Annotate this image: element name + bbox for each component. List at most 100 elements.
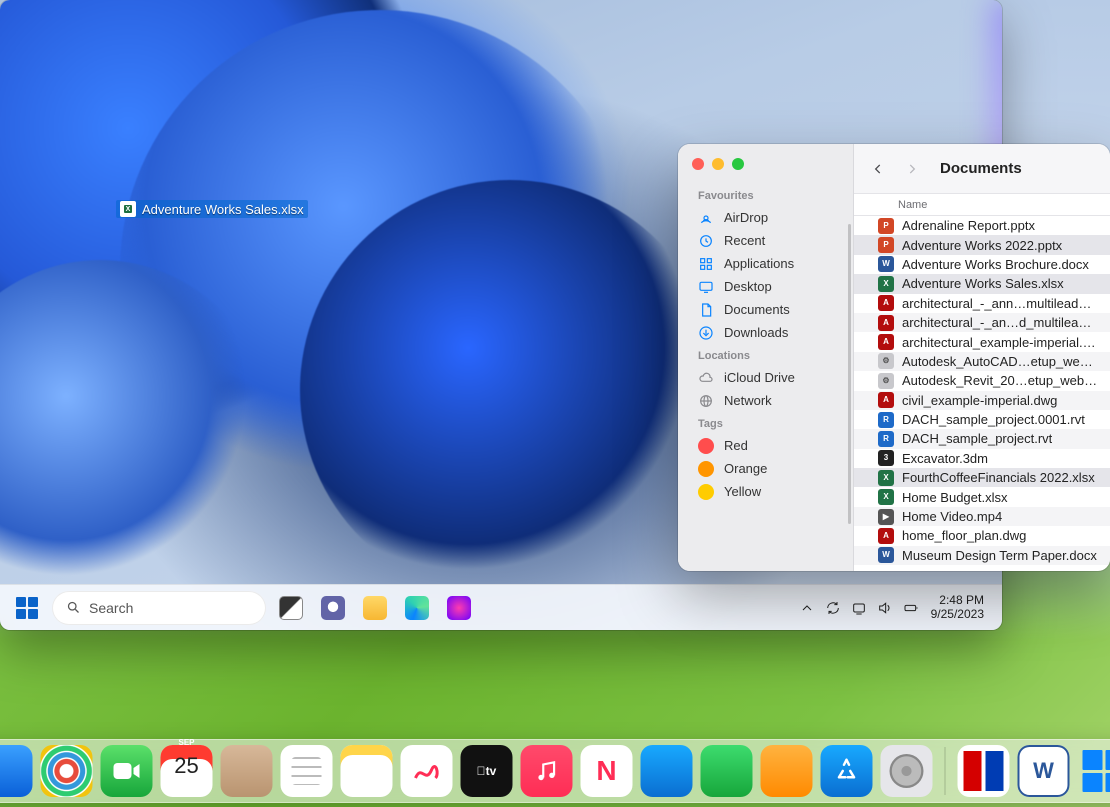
sidebar-item-desktop[interactable]: Desktop	[678, 275, 853, 298]
sidebar-item-recent[interactable]: Recent	[678, 229, 853, 252]
file-row[interactable]: Ahome_floor_plan.dwg	[854, 526, 1110, 545]
taskbar-clock[interactable]: 2:48 PM 9/25/2023	[931, 594, 992, 622]
file-row[interactable]: ▶ Home Video.mp4	[854, 507, 1110, 526]
taskbar-search[interactable]: Search	[52, 591, 266, 625]
dock-item-freeform[interactable]	[401, 745, 453, 797]
file-list-header[interactable]: Name	[854, 194, 1110, 216]
window-minimize-button[interactable]	[712, 158, 724, 170]
dock-item-settings[interactable]	[881, 745, 933, 797]
file-name: architectural_-_ann…multileaders (1	[902, 296, 1098, 311]
file-row[interactable]: PAdventure Works 2022.pptx	[854, 235, 1110, 254]
file-name: Adventure Works Brochure.docx	[902, 257, 1089, 272]
rvt-icon: R	[878, 412, 894, 428]
facetime-icon	[112, 760, 142, 782]
dock-item-numbers[interactable]	[701, 745, 753, 797]
taskbar-file-explorer[interactable]	[358, 591, 392, 625]
column-header-name: Name	[898, 199, 927, 211]
file-row[interactable]: WMuseum Design Term Paper.docx	[854, 546, 1110, 565]
file-name: architectural_-_an…d_multileaders	[902, 315, 1098, 330]
dock-item-music[interactable]	[521, 745, 573, 797]
dock-item-notes[interactable]	[341, 745, 393, 797]
sidebar-item-icloud-drive[interactable]: iCloud Drive	[678, 366, 853, 389]
file-row[interactable]: ⚙Autodesk_AutoCAD…etup_webinsta	[854, 352, 1110, 371]
file-row[interactable]: Aarchitectural_example-imperial.dwg	[854, 332, 1110, 351]
file-row[interactable]: PAdrenaline Report.pptx	[854, 216, 1110, 235]
sidebar-item-applications[interactable]: Applications	[678, 252, 853, 275]
word-icon: W	[1033, 758, 1054, 784]
sidebar-item-label: Recent	[724, 233, 765, 248]
dock-item-finder[interactable]	[0, 745, 33, 797]
appstore-icon	[832, 756, 862, 786]
start-button[interactable]	[10, 591, 44, 625]
sidebar-item-label: Network	[724, 393, 772, 408]
nav-back-button[interactable]	[868, 159, 888, 179]
dock-item-launchpad[interactable]	[41, 745, 93, 797]
news-icon: N	[596, 755, 616, 787]
finder-title: Documents	[940, 160, 1022, 177]
dock-item-word[interactable]: W	[1018, 745, 1070, 797]
system-tray[interactable]	[799, 600, 919, 616]
windows-logo-icon	[16, 597, 38, 619]
file-row[interactable]: XAdventure Works Sales.xlsx	[854, 274, 1110, 293]
sidebar-item-network[interactable]: Network	[678, 389, 853, 412]
window-zoom-button[interactable]	[732, 158, 744, 170]
file-name: Museum Design Term Paper.docx	[902, 548, 1097, 563]
mac-dock: SEP25 tv N W	[0, 739, 1110, 803]
dock-item-facetime[interactable]	[101, 745, 153, 797]
cloud-icon	[698, 370, 714, 386]
file-row[interactable]: Acivil_example-imperial.dwg	[854, 391, 1110, 410]
nav-forward-button[interactable]	[902, 159, 922, 179]
sidebar-scrollbar[interactable]	[848, 224, 851, 524]
dock-item-parallels[interactable]	[958, 745, 1010, 797]
sidebar-item-label: Applications	[724, 256, 794, 271]
mp4-icon: ▶	[878, 509, 894, 525]
sidebar-item-label: Red	[724, 438, 748, 453]
dock-item-news[interactable]: N	[581, 745, 633, 797]
file-row[interactable]: XFourthCoffeeFinancials 2022.xlsx	[854, 468, 1110, 487]
file-name: DACH_sample_project.rvt	[902, 431, 1052, 446]
file-name: Adventure Works Sales.xlsx	[902, 276, 1064, 291]
sidebar-item-label: Orange	[724, 461, 767, 476]
file-name: Home Video.mp4	[902, 509, 1002, 524]
dock-item-contacts[interactable]	[221, 745, 273, 797]
sidebar-item-airdrop[interactable]: AirDrop	[678, 206, 853, 229]
file-row[interactable]: Aarchitectural_-_ann…multileaders (1	[854, 294, 1110, 313]
globe-icon	[698, 393, 714, 409]
sidebar-item-documents[interactable]: Documents	[678, 298, 853, 321]
dock-item-keynote[interactable]	[641, 745, 693, 797]
file-row[interactable]: RDACH_sample_project.rvt	[854, 429, 1110, 448]
file-row[interactable]: RDACH_sample_project.0001.rvt	[854, 410, 1110, 429]
desktop-file-label: Adventure Works Sales.xlsx	[142, 202, 304, 217]
sidebar-item-tag-yellow[interactable]: Yellow	[678, 480, 853, 503]
pptx-icon: P	[878, 218, 894, 234]
sidebar-item-downloads[interactable]: Downloads	[678, 321, 853, 344]
file-row[interactable]: 3Excavator.3dm	[854, 449, 1110, 468]
sidebar-item-tag-orange[interactable]: Orange	[678, 457, 853, 480]
file-row[interactable]: Aarchitectural_-_an…d_multileaders	[854, 313, 1110, 332]
window-close-button[interactable]	[692, 158, 704, 170]
file-row[interactable]: WAdventure Works Brochure.docx	[854, 255, 1110, 274]
windows-logo-icon	[1083, 750, 1110, 792]
file-row[interactable]: XHome Budget.xlsx	[854, 487, 1110, 506]
dwg-icon: A	[878, 334, 894, 350]
file-name: FourthCoffeeFinancials 2022.xlsx	[902, 470, 1095, 485]
dock-item-tv[interactable]: tv	[461, 745, 513, 797]
desktop-file-adventure-works-sales[interactable]: X Adventure Works Sales.xlsx	[116, 200, 308, 218]
tag-dot-orange-icon	[698, 461, 714, 477]
battery-icon	[903, 600, 919, 616]
dock-item-reminders[interactable]	[281, 745, 333, 797]
taskbar-task-view[interactable]	[274, 591, 308, 625]
dock-item-calendar[interactable]: SEP25	[161, 745, 213, 797]
sidebar-item-tag-red[interactable]: Red	[678, 434, 853, 457]
dock-item-pages[interactable]	[761, 745, 813, 797]
dock-item-windows-vm[interactable]	[1078, 745, 1110, 797]
dock-item-appstore[interactable]	[821, 745, 873, 797]
dock-separator	[945, 747, 946, 795]
taskbar-edge[interactable]	[400, 591, 434, 625]
taskbar-teams[interactable]	[316, 591, 350, 625]
copilot-icon	[447, 596, 471, 620]
tv-icon: tv	[477, 764, 497, 778]
file-row[interactable]: ⚙Autodesk_Revit_20…etup_webinsta	[854, 371, 1110, 390]
taskbar-copilot[interactable]	[442, 591, 476, 625]
search-icon	[66, 600, 81, 615]
